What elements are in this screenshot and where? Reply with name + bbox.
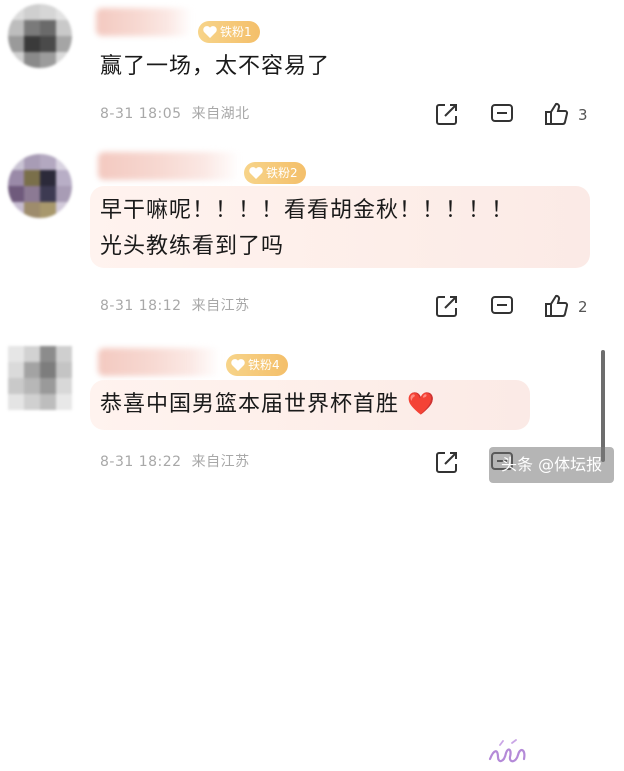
avatar[interactable] [8, 4, 72, 68]
share-button[interactable] [433, 100, 461, 128]
comment-text-body: 恭喜中国男篮本届世界杯首胜 [100, 392, 400, 417]
thumbs-up-icon [545, 102, 569, 125]
comment-meta: 8-31 18:22 来自江苏 [100, 452, 250, 472]
comment-text-line-1: 早干嘛呢！！！！看看胡金秋！！！！！ [100, 198, 515, 223]
comment-location: 来自江苏 [191, 454, 250, 470]
comment-item-2: 铁粉2 早干嘛呢！！！！看看胡金秋！！！！！ 光头教练看到了吗 8-31 18:… [0, 140, 624, 340]
like-count: 2 [578, 298, 588, 316]
avatar[interactable] [8, 346, 72, 410]
like-count: 3 [578, 106, 588, 124]
heart-badge-icon [231, 359, 245, 371]
handwritten-sticker-icon [488, 739, 526, 763]
fan-badge: 铁粉2 [244, 162, 306, 184]
comment-time: 8-31 18:22 [100, 454, 182, 470]
share-button[interactable] [433, 448, 461, 476]
like-button[interactable] [542, 100, 570, 128]
comment-item-1: 铁粉1 赢了一场，太不容易了 8-31 18:05 来自湖北 3 [0, 0, 624, 140]
heart-badge-icon [203, 26, 217, 38]
fan-badge: 铁粉1 [198, 21, 260, 43]
heart-emoji: ❤️ [407, 392, 436, 417]
badge-label: 铁粉4 [248, 358, 280, 372]
share-button[interactable] [433, 292, 461, 320]
comment-text: 赢了一场，太不容易了 [100, 54, 331, 79]
comment-location: 来自江苏 [191, 298, 250, 314]
reply-button[interactable] [488, 100, 516, 128]
share-icon [436, 452, 457, 473]
comment-icon [491, 296, 513, 314]
share-icon [436, 296, 457, 317]
comment-time: 8-31 18:12 [100, 298, 182, 314]
comment-time: 8-31 18:05 [100, 106, 182, 122]
username-blurred[interactable] [98, 152, 240, 180]
comment-meta: 8-31 18:12 来自江苏 [100, 296, 250, 316]
username-blurred[interactable] [98, 348, 220, 376]
comment-location: 来自湖北 [191, 106, 250, 122]
reply-button[interactable] [488, 292, 516, 320]
thumbs-up-icon [545, 294, 569, 317]
watermark: 头条 @体坛报 [489, 447, 615, 483]
avatar[interactable] [8, 154, 72, 218]
share-icon [436, 104, 457, 125]
badge-label: 铁粉2 [266, 166, 298, 180]
heart-badge-icon [249, 167, 263, 179]
scrollbar[interactable] [601, 350, 605, 462]
fan-badge: 铁粉4 [226, 354, 288, 376]
like-button[interactable] [542, 292, 570, 320]
comment-text: 恭喜中国男篮本届世界杯首胜 ❤️ [100, 386, 435, 424]
badge-label: 铁粉1 [220, 25, 252, 39]
comment-icon [491, 104, 513, 122]
comment-text-line-2: 光头教练看到了吗 [100, 234, 285, 259]
comment-meta: 8-31 18:05 来自湖北 [100, 104, 250, 124]
username-blurred[interactable] [96, 8, 192, 36]
